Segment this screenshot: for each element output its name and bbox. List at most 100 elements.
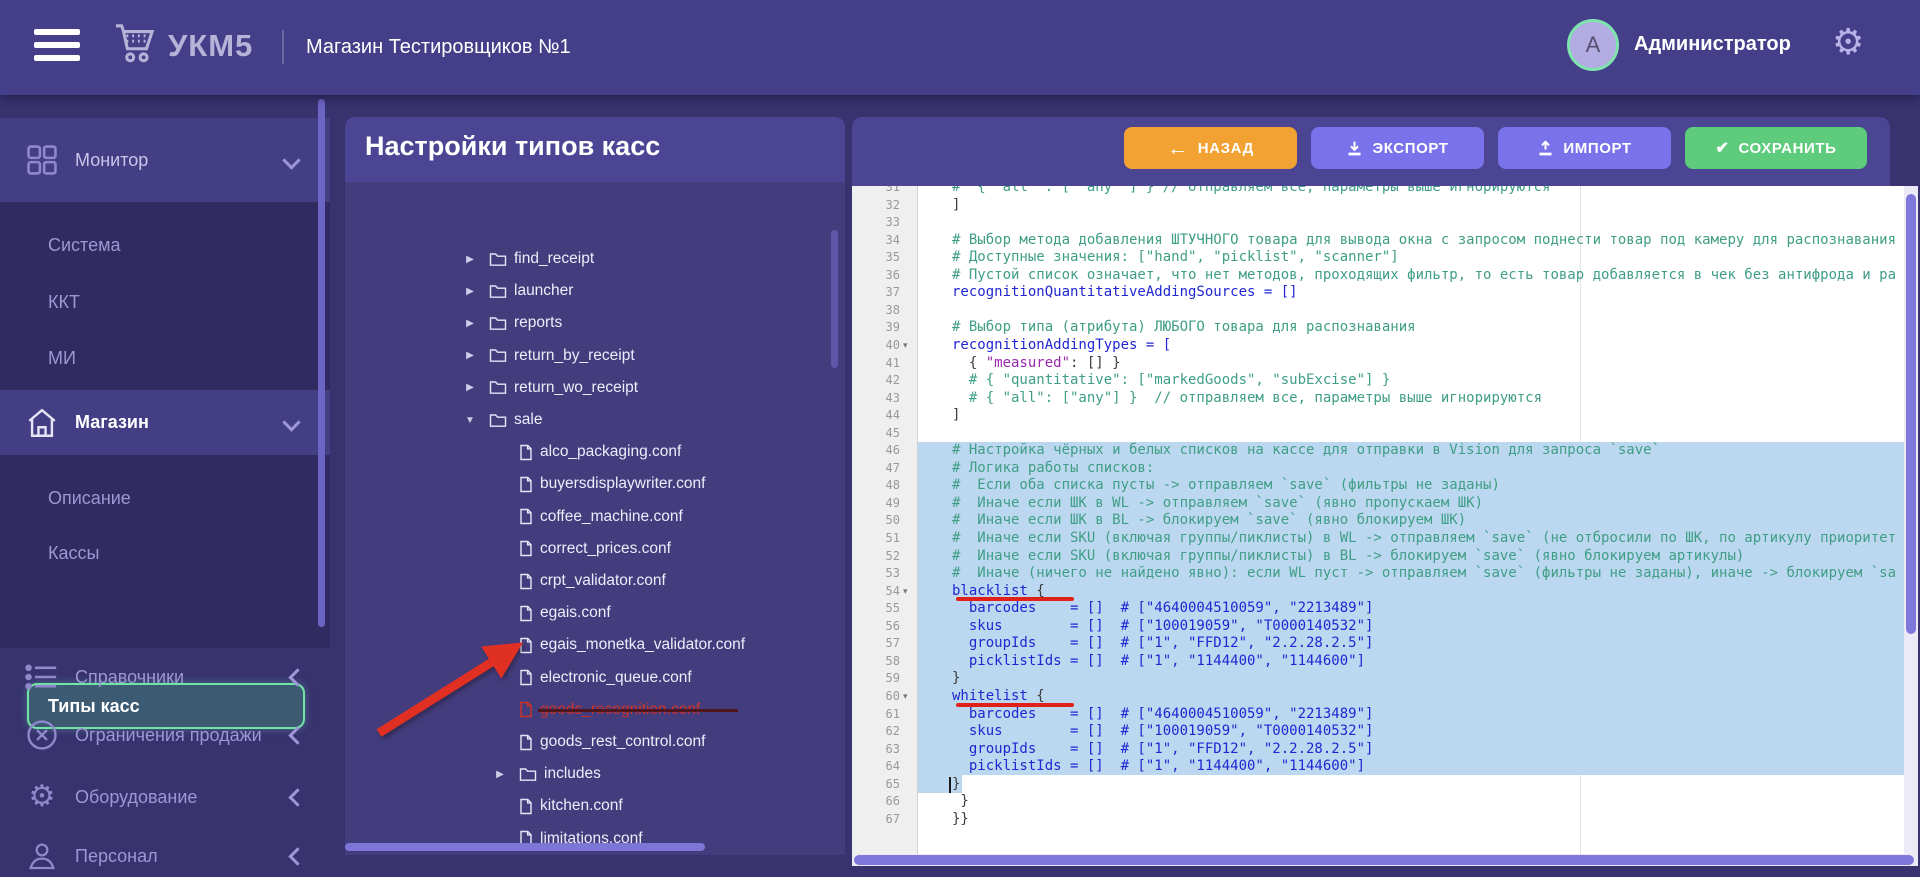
sidebar-item-personnel[interactable]: Персонал xyxy=(0,835,330,877)
code-line-58[interactable]: 58 picklistIds = [] # ["1", "1144400", "… xyxy=(852,653,1918,671)
line-number: 36 xyxy=(852,267,900,285)
user-name[interactable]: Администратор xyxy=(1634,33,1791,56)
chevron-collapsed-icon[interactable]: ▶ xyxy=(463,254,477,265)
code-line-57[interactable]: 57 groupIds = [] # ["1", "FFD12", "2.2.2… xyxy=(852,635,1918,653)
code-line-50[interactable]: 50# Иначе если ШК в BL -> блокируем `sav… xyxy=(852,512,1918,530)
code-line-49[interactable]: 49# Иначе если ШК в WL -> отправляем `sa… xyxy=(852,495,1918,513)
code-line-43[interactable]: 43 # { "all": ["any"] } // отправляем вс… xyxy=(852,390,1918,408)
tree-item-correct_prices-conf[interactable]: correct_prices.conf xyxy=(493,533,671,565)
code-line-39[interactable]: 39# Выбор типа (атрибута) ЛЮБОГО товара … xyxy=(852,319,1918,337)
tree-item-sale[interactable]: ▼sale xyxy=(463,404,542,436)
sidebar-item-description[interactable]: Описание xyxy=(0,478,330,518)
back-button[interactable]: ←НАЗАД xyxy=(1124,127,1297,169)
editor-vertical-scrollbar[interactable] xyxy=(1904,186,1918,854)
chevron-collapsed-icon[interactable]: ▶ xyxy=(493,769,507,780)
code-line-45[interactable]: 45 xyxy=(852,425,1918,443)
code-line-66[interactable]: 66 } xyxy=(852,793,1918,811)
arrow-left-icon: ← xyxy=(1167,138,1189,159)
code-line-64[interactable]: 64 picklistIds = [] # ["1", "1144400", "… xyxy=(852,758,1918,776)
chevron-collapsed-icon[interactable]: ▶ xyxy=(463,286,477,297)
grid-icon xyxy=(24,143,60,177)
code-line-51[interactable]: 51# Иначе если SKU (включая группы/пикли… xyxy=(852,530,1918,548)
line-number: 66 xyxy=(852,793,900,811)
file-icon xyxy=(519,444,533,461)
code-line-32[interactable]: 32] xyxy=(852,197,1918,215)
chevron-expanded-icon[interactable]: ▼ xyxy=(463,415,477,426)
line-number: 53 xyxy=(852,565,900,583)
import-button[interactable]: ИМПОРТ xyxy=(1498,127,1671,169)
code-line-40[interactable]: 40▾recognitionAddingTypes = [ xyxy=(852,337,1918,355)
file-icon xyxy=(519,798,533,815)
sidebar-item-equipment[interactable]: ⚙Оборудование xyxy=(0,775,330,819)
avatar[interactable]: А xyxy=(1567,19,1619,71)
code-line-53[interactable]: 53# Иначе (ничего не найдено явно): если… xyxy=(852,565,1918,583)
tree-item-find_receipt[interactable]: ▶find_receipt xyxy=(463,243,594,275)
chevron-collapsed-icon[interactable]: ▶ xyxy=(463,318,477,329)
tree-item-goods_rest_control-conf[interactable]: goods_rest_control.conf xyxy=(493,726,705,758)
code-line-62[interactable]: 62 skus = [] # ["100019059", "T000014053… xyxy=(852,723,1918,741)
line-number: 39 xyxy=(852,319,900,337)
code-line-55[interactable]: 55 barcodes = [] # ["4640004510059", "22… xyxy=(852,600,1918,618)
tree-item-buyersdisplaywriter-conf[interactable]: buyersdisplaywriter.conf xyxy=(493,468,705,500)
chevron-collapsed-icon[interactable]: ▶ xyxy=(463,382,477,393)
sidebar-item-sale-limits[interactable]: Ограничения продажи xyxy=(0,713,330,757)
sidebar-item-kkt[interactable]: ККТ xyxy=(0,282,330,322)
tree-item-return_wo_receipt[interactable]: ▶return_wo_receipt xyxy=(463,372,638,404)
tree-item-coffee_machine-conf[interactable]: coffee_machine.conf xyxy=(493,501,683,533)
code-line-65[interactable]: 65} xyxy=(852,776,1918,794)
editor-horizontal-scrollbar[interactable] xyxy=(852,854,1918,866)
code-line-36[interactable]: 36# Пустой список означает, что нет мето… xyxy=(852,267,1918,285)
code-line-41[interactable]: 41 { "measured": [] } xyxy=(852,355,1918,373)
fold-marker-icon[interactable]: ▾ xyxy=(903,688,916,706)
tree-item-alco_packaging-conf[interactable]: alco_packaging.conf xyxy=(493,436,681,468)
tree-item-egais_monetka_validator-conf[interactable]: egais_monetka_validator.conf xyxy=(493,629,745,661)
code-line-63[interactable]: 63 groupIds = [] # ["1", "FFD12", "2.2.2… xyxy=(852,741,1918,759)
annotation-underline-whitelist xyxy=(956,703,1074,707)
line-number: 59 xyxy=(852,670,900,688)
code-line-56[interactable]: 56 skus = [] # ["100019059", "T000014053… xyxy=(852,618,1918,636)
sidebar-item-store[interactable]: Магазин xyxy=(0,390,330,455)
code-line-37[interactable]: 37recognitionQuantitativeAddingSources =… xyxy=(852,284,1918,302)
code-line-52[interactable]: 52# Иначе если SKU (включая группы/пикли… xyxy=(852,548,1918,566)
tree-item-crpt_validator-conf[interactable]: crpt_validator.conf xyxy=(493,565,666,597)
code-line-31[interactable]: 31# { "all" : [ "any" ] } // отправляем … xyxy=(852,186,1918,197)
code-line-44[interactable]: 44] xyxy=(852,407,1918,425)
sidebar-item-monitor[interactable]: Монитор xyxy=(0,118,330,202)
code-line-48[interactable]: 48# Если оба списка пусты -> отправляем … xyxy=(852,477,1918,495)
code-line-38[interactable]: 38 xyxy=(852,302,1918,320)
tree-item-return_by_receipt[interactable]: ▶return_by_receipt xyxy=(463,340,635,372)
tree-item-kitchen-conf[interactable]: kitchen.conf xyxy=(493,790,623,822)
gear-icon[interactable]: ⚙ xyxy=(1832,24,1864,60)
code-line-59[interactable]: 59} xyxy=(852,670,1918,688)
tree-horizontal-scrollbar[interactable] xyxy=(345,843,705,851)
export-button[interactable]: ЭКСПОРТ xyxy=(1311,127,1484,169)
tree-item-includes[interactable]: ▶includes xyxy=(493,758,601,790)
code-line-33[interactable]: 33 xyxy=(852,214,1918,232)
fold-marker-icon[interactable]: ▾ xyxy=(903,583,916,601)
save-button[interactable]: ✔СОХРАНИТЬ xyxy=(1685,127,1867,169)
tree-item-reports[interactable]: ▶reports xyxy=(463,307,562,339)
tree-item-electronic_queue-conf[interactable]: electronic_queue.conf xyxy=(493,662,692,694)
tree-vertical-scrollbar[interactable] xyxy=(831,230,838,368)
fold-marker-icon[interactable]: ▾ xyxy=(903,337,916,355)
line-number: 32 xyxy=(852,197,900,215)
sidebar-item-mi[interactable]: МИ xyxy=(0,338,330,378)
code-line-42[interactable]: 42 # { "quantitative": ["markedGoods", "… xyxy=(852,372,1918,390)
tree-item-launcher[interactable]: ▶launcher xyxy=(463,275,573,307)
cog-icon: ⚙ xyxy=(24,782,60,812)
code-editor[interactable]: 31# { "all" : [ "any" ] } // отправляем … xyxy=(852,186,1918,854)
line-number: 49 xyxy=(852,495,900,513)
sidebar-item-directories[interactable]: Справочники xyxy=(0,655,330,699)
code-line-35[interactable]: 35# Доступные значения: ["hand", "pickli… xyxy=(852,249,1918,267)
code-line-61[interactable]: 61 barcodes = [] # ["4640004510059", "22… xyxy=(852,706,1918,724)
hamburger-menu-icon[interactable] xyxy=(34,29,80,65)
code-line-47[interactable]: 47# Логика работы списков: xyxy=(852,460,1918,478)
sidebar-item-system[interactable]: Система xyxy=(0,225,330,265)
sidebar-scrollbar[interactable] xyxy=(318,99,325,627)
tree-item-egais-conf[interactable]: egais.conf xyxy=(493,597,611,629)
chevron-collapsed-icon[interactable]: ▶ xyxy=(463,350,477,361)
code-line-67[interactable]: 67}} xyxy=(852,811,1918,829)
code-line-46[interactable]: 46# Настройка чёрных и белых списков на … xyxy=(852,442,1918,460)
sidebar-item-registers[interactable]: Кассы xyxy=(0,533,330,573)
code-line-34[interactable]: 34# Выбор метода добавления ШТУЧНОГО тов… xyxy=(852,232,1918,250)
